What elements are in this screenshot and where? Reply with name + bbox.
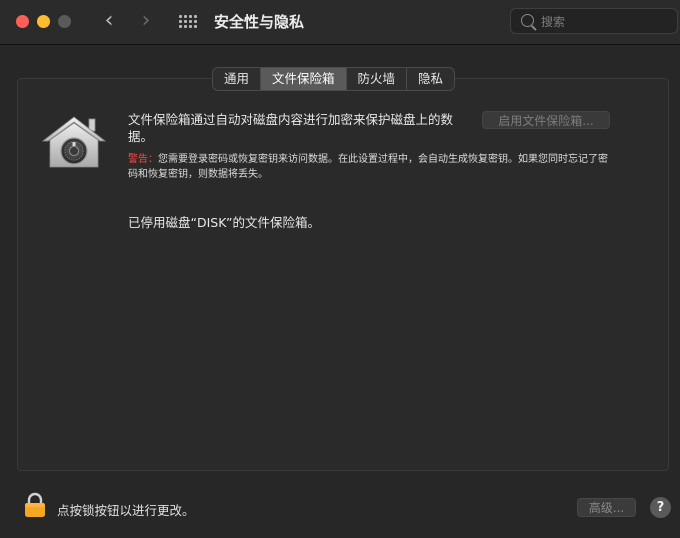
filevault-house-icon xyxy=(41,116,107,168)
back-chevron-icon[interactable]: ‹ xyxy=(97,10,121,34)
window-title: 安全性与隐私 xyxy=(214,13,305,31)
tab-firewall[interactable]: 防火墙 xyxy=(347,68,408,90)
warning-label: 警告： xyxy=(128,154,158,165)
filevault-warning: 警告：您需要登录密码或恢复密钥来访问数据。在此设置过程中，会自动生成恢复密钥。如… xyxy=(128,152,608,182)
advanced-button[interactable]: 高级... xyxy=(577,498,636,517)
zoom-window-button[interactable] xyxy=(58,15,71,28)
tab-general[interactable]: 通用 xyxy=(213,68,262,90)
search-icon xyxy=(521,14,534,27)
preferences-window: ‹ › 安全性与隐私 通用 文件保险箱 防火墙 隐私 xyxy=(0,0,680,538)
lock-instruction-text: 点按锁按钮以进行更改。 xyxy=(57,503,195,518)
forward-chevron-icon[interactable]: › xyxy=(134,10,158,34)
filevault-description: 文件保险箱通过自动对磁盘内容进行加密来保护磁盘上的数据。 xyxy=(128,112,454,144)
title-bar: ‹ › 安全性与隐私 xyxy=(0,0,680,45)
search-input[interactable] xyxy=(539,12,673,32)
enable-filevault-button[interactable]: 启用文件保险箱... xyxy=(482,111,610,129)
close-window-button[interactable] xyxy=(16,15,29,28)
tab-bar: 通用 文件保险箱 防火墙 隐私 xyxy=(212,67,456,91)
help-button[interactable]: ? xyxy=(650,497,671,518)
show-all-grid-icon[interactable] xyxy=(179,15,197,29)
tab-privacy[interactable]: 隐私 xyxy=(407,68,454,90)
warning-text: 您需要登录密码或恢复密钥来访问数据。在此设置过程中，会自动生成恢复密钥。如果您同… xyxy=(128,154,608,180)
search-field[interactable] xyxy=(510,8,678,34)
filevault-status: 已停用磁盘“DISK”的文件保险箱。 xyxy=(128,215,321,230)
minimize-window-button[interactable] xyxy=(37,15,50,28)
lock-icon[interactable] xyxy=(24,492,46,518)
tab-filevault[interactable]: 文件保险箱 xyxy=(261,68,347,90)
